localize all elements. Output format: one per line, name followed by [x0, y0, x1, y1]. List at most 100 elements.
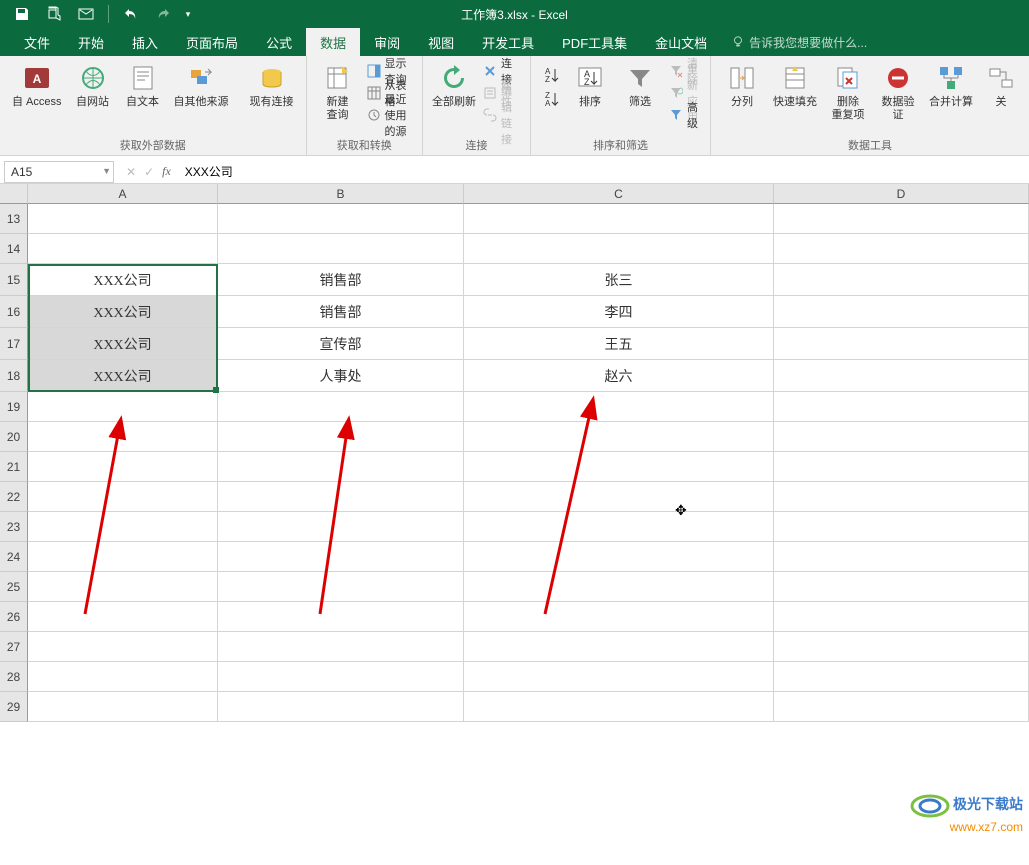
cell-D18[interactable] — [774, 360, 1029, 392]
chevron-down-icon[interactable]: ▼ — [102, 166, 111, 176]
cell-B16[interactable]: 销售部 — [218, 296, 464, 328]
menu-insert[interactable]: 插入 — [118, 28, 172, 56]
row-header-23[interactable]: 23 — [0, 512, 28, 542]
cell-A16[interactable]: XXX公司 — [28, 296, 218, 328]
cell-C16[interactable]: 李四 — [464, 296, 774, 328]
select-all-corner[interactable] — [0, 184, 28, 204]
cell-A18[interactable]: XXX公司 — [28, 360, 218, 392]
cell-C28[interactable] — [464, 662, 774, 692]
cell-C18[interactable]: 赵六 — [464, 360, 774, 392]
cell-C23[interactable] — [464, 512, 774, 542]
cell-B23[interactable] — [218, 512, 464, 542]
menu-formulas[interactable]: 公式 — [252, 28, 306, 56]
advanced-filter-button[interactable]: 高级 — [665, 104, 704, 126]
cell-D19[interactable] — [774, 392, 1029, 422]
filter-button[interactable]: 筛选 — [615, 58, 665, 113]
cell-A15[interactable]: XXX公司 — [28, 264, 218, 296]
cell-B19[interactable] — [218, 392, 464, 422]
column-header-C[interactable]: C — [464, 184, 774, 204]
cell-B24[interactable] — [218, 542, 464, 572]
row-header-24[interactable]: 24 — [0, 542, 28, 572]
save-button[interactable] — [8, 2, 36, 26]
cell-D29[interactable] — [774, 692, 1029, 722]
touch-mode-button[interactable] — [40, 2, 68, 26]
new-query-button[interactable]: 新建 查询 — [313, 58, 363, 126]
sort-button[interactable]: AZ排序 — [565, 58, 615, 113]
cell-B20[interactable] — [218, 422, 464, 452]
menu-review[interactable]: 审阅 — [360, 28, 414, 56]
cell-D28[interactable] — [774, 662, 1029, 692]
cell-D13[interactable] — [774, 204, 1029, 234]
cell-C15[interactable]: 张三 — [464, 264, 774, 296]
from-access-button[interactable]: A自 Access — [6, 58, 68, 113]
row-header-19[interactable]: 19 — [0, 392, 28, 422]
menu-file[interactable]: 文件 — [10, 28, 64, 56]
menu-layout[interactable]: 页面布局 — [172, 28, 252, 56]
cell-C26[interactable] — [464, 602, 774, 632]
cell-B28[interactable] — [218, 662, 464, 692]
undo-button[interactable] — [117, 2, 145, 26]
column-header-D[interactable]: D — [774, 184, 1029, 204]
data-validation-button[interactable]: 数据验 证 — [873, 58, 923, 126]
menu-home[interactable]: 开始 — [64, 28, 118, 56]
cell-C24[interactable] — [464, 542, 774, 572]
cell-D25[interactable] — [774, 572, 1029, 602]
cell-B18[interactable]: 人事处 — [218, 360, 464, 392]
cell-A28[interactable] — [28, 662, 218, 692]
fx-button[interactable]: fx — [162, 164, 171, 179]
cell-A21[interactable] — [28, 452, 218, 482]
cell-C20[interactable] — [464, 422, 774, 452]
cell-A25[interactable] — [28, 572, 218, 602]
email-button[interactable] — [72, 2, 100, 26]
cell-B29[interactable] — [218, 692, 464, 722]
tell-me-box[interactable]: 告诉我您想要做什么... — [731, 34, 867, 51]
cell-B13[interactable] — [218, 204, 464, 234]
flash-fill-button[interactable]: 快速填充 — [767, 58, 823, 113]
cell-B22[interactable] — [218, 482, 464, 512]
row-header-18[interactable]: 18 — [0, 360, 28, 392]
cell-C17[interactable]: 王五 — [464, 328, 774, 360]
column-header-B[interactable]: B — [218, 184, 464, 204]
cell-C22[interactable] — [464, 482, 774, 512]
spreadsheet-grid[interactable]: ABCD 1314151617181920212223242526272829 … — [0, 184, 1029, 865]
cell-B17[interactable]: 宣传部 — [218, 328, 464, 360]
formula-input[interactable] — [179, 161, 1029, 183]
cell-C14[interactable] — [464, 234, 774, 264]
menu-pdf[interactable]: PDF工具集 — [548, 28, 641, 56]
row-header-27[interactable]: 27 — [0, 632, 28, 662]
menu-wps[interactable]: 金山文档 — [641, 28, 721, 56]
cell-A17[interactable]: XXX公司 — [28, 328, 218, 360]
cancel-formula-button[interactable]: ✕ — [126, 165, 136, 179]
row-header-29[interactable]: 29 — [0, 692, 28, 722]
cell-C21[interactable] — [464, 452, 774, 482]
cell-B25[interactable] — [218, 572, 464, 602]
row-header-26[interactable]: 26 — [0, 602, 28, 632]
cell-D21[interactable] — [774, 452, 1029, 482]
cell-D14[interactable] — [774, 234, 1029, 264]
row-header-16[interactable]: 16 — [0, 296, 28, 328]
remove-duplicates-button[interactable]: 删除 重复项 — [823, 58, 873, 126]
name-box[interactable]: A15 ▼ — [4, 161, 114, 183]
qat-customize-button[interactable]: ▾ — [181, 2, 195, 26]
cell-B14[interactable] — [218, 234, 464, 264]
cell-C13[interactable] — [464, 204, 774, 234]
cell-A13[interactable] — [28, 204, 218, 234]
from-other-button[interactable]: 自其他来源 — [168, 58, 235, 113]
row-header-20[interactable]: 20 — [0, 422, 28, 452]
cell-C29[interactable] — [464, 692, 774, 722]
existing-connections-button[interactable]: 现有连接 — [244, 58, 300, 113]
cell-D20[interactable] — [774, 422, 1029, 452]
row-header-22[interactable]: 22 — [0, 482, 28, 512]
refresh-all-button[interactable]: 全部刷新 — [429, 58, 479, 113]
row-header-25[interactable]: 25 — [0, 572, 28, 602]
cell-A20[interactable] — [28, 422, 218, 452]
cell-A29[interactable] — [28, 692, 218, 722]
enter-formula-button[interactable]: ✓ — [144, 165, 154, 179]
cell-D16[interactable] — [774, 296, 1029, 328]
menu-view[interactable]: 视图 — [414, 28, 468, 56]
from-web-button[interactable]: 自网站 — [68, 58, 118, 113]
sort-za-button[interactable]: ZA — [537, 88, 565, 110]
row-header-14[interactable]: 14 — [0, 234, 28, 264]
cell-D27[interactable] — [774, 632, 1029, 662]
cell-D24[interactable] — [774, 542, 1029, 572]
